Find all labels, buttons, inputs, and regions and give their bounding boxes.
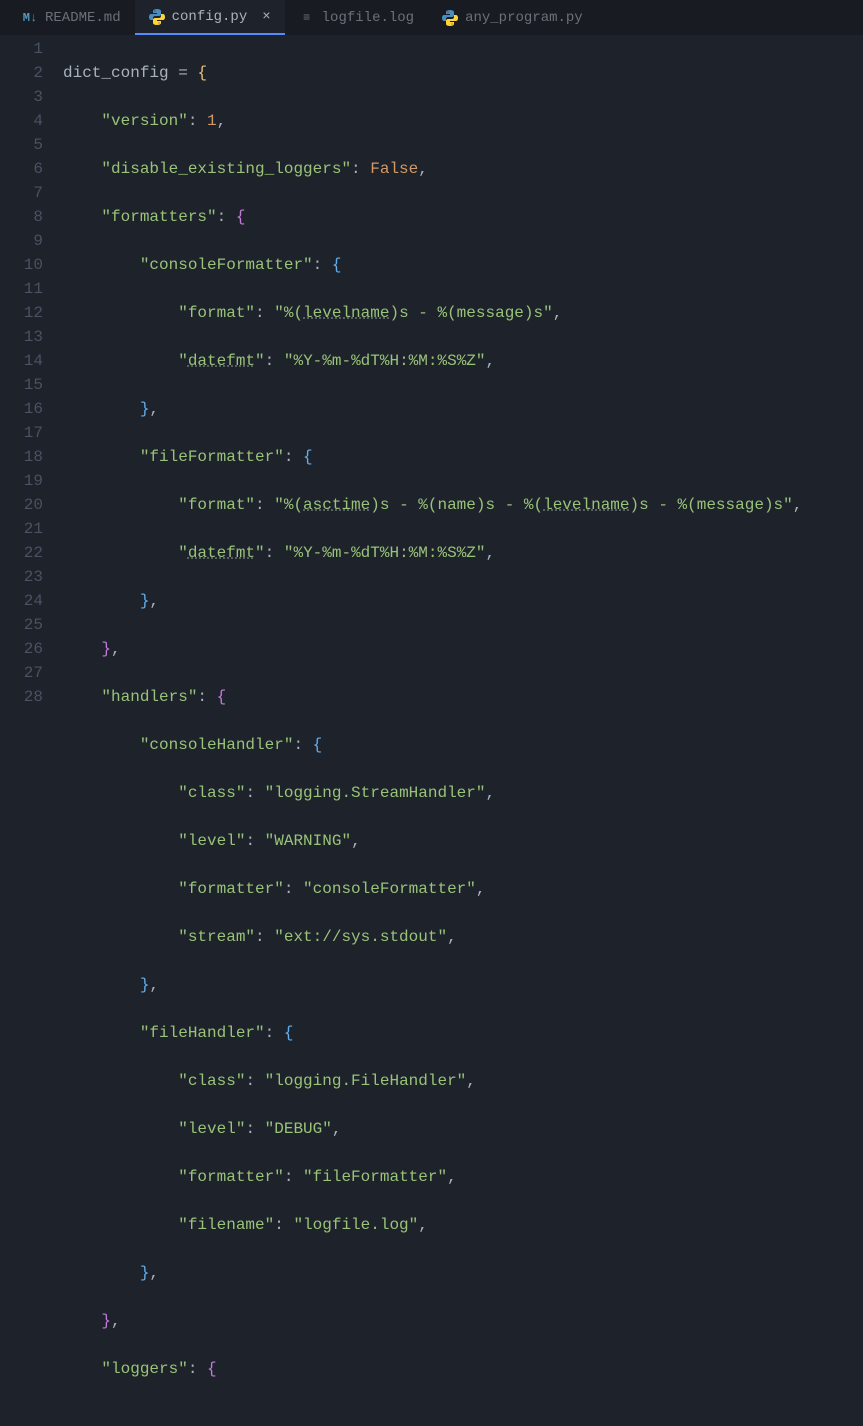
code-line: }, xyxy=(63,1309,863,1333)
line-number: 11 xyxy=(0,277,55,301)
line-number: 17 xyxy=(0,421,55,445)
code-line: "format": "%(asctime)s - %(name)s - %(le… xyxy=(63,493,863,517)
tab-config[interactable]: config.py × xyxy=(135,0,285,35)
line-number: 9 xyxy=(0,229,55,253)
line-number: 3 xyxy=(0,85,55,109)
markdown-icon: M↓ xyxy=(22,10,38,26)
code-line: "datefmt": "%Y-%m-%dT%H:%M:%S%Z", xyxy=(63,541,863,565)
code-line: }, xyxy=(63,589,863,613)
line-number: 5 xyxy=(0,133,55,157)
line-number: 7 xyxy=(0,181,55,205)
line-number: 1 xyxy=(0,37,55,61)
code-line: "class": "logging.StreamHandler", xyxy=(63,781,863,805)
code-line: }, xyxy=(63,1261,863,1285)
line-number: 20 xyxy=(0,493,55,517)
line-number: 4 xyxy=(0,109,55,133)
line-number: 28 xyxy=(0,685,55,709)
tab-label: config.py xyxy=(172,9,248,25)
line-number: 6 xyxy=(0,157,55,181)
code-line: "filename": "logfile.log", xyxy=(63,1213,863,1237)
code-line: dict_config = { xyxy=(63,61,863,85)
tab-logfile[interactable]: ≡ logfile.log xyxy=(285,0,428,35)
code-line: "formatter": "fileFormatter", xyxy=(63,1165,863,1189)
code-line: }, xyxy=(63,973,863,997)
line-number: 8 xyxy=(0,205,55,229)
code-line: "level": "WARNING", xyxy=(63,829,863,853)
line-number: 19 xyxy=(0,469,55,493)
log-icon: ≡ xyxy=(299,10,315,26)
code-line: "format": "%(levelname)s - %(message)s", xyxy=(63,301,863,325)
code-line: "consoleHandler": { xyxy=(63,733,863,757)
code-line: }, xyxy=(63,637,863,661)
editor: 1 2 3 4 5 6 7 8 9 10 11 12 13 14 15 16 1… xyxy=(0,35,863,713)
line-number: 2 xyxy=(0,61,55,85)
line-number: 23 xyxy=(0,565,55,589)
python-icon xyxy=(149,9,165,25)
code-line: "disable_existing_loggers": False, xyxy=(63,157,863,181)
line-number: 22 xyxy=(0,541,55,565)
line-number: 16 xyxy=(0,397,55,421)
code-line: "loggers": { xyxy=(63,1357,863,1381)
code-line: "fileFormatter": { xyxy=(63,445,863,469)
code-line: "version": 1, xyxy=(63,109,863,133)
code-line: "formatters": { xyxy=(63,205,863,229)
line-number: 26 xyxy=(0,637,55,661)
code-line: "consoleFormatter": { xyxy=(63,253,863,277)
line-number: 27 xyxy=(0,661,55,685)
line-number: 21 xyxy=(0,517,55,541)
line-number: 18 xyxy=(0,445,55,469)
code-line: "datefmt": "%Y-%m-%dT%H:%M:%S%Z", xyxy=(63,349,863,373)
line-gutter: 1 2 3 4 5 6 7 8 9 10 11 12 13 14 15 16 1… xyxy=(0,35,55,713)
line-number: 13 xyxy=(0,325,55,349)
code-line: "formatter": "consoleFormatter", xyxy=(63,877,863,901)
tab-bar: M↓ README.md config.py × ≡ logfile.log a… xyxy=(0,0,863,35)
code-line: "stream": "ext://sys.stdout", xyxy=(63,925,863,949)
line-number: 15 xyxy=(0,373,55,397)
line-number: 25 xyxy=(0,613,55,637)
line-number: 12 xyxy=(0,301,55,325)
tab-anyprogram[interactable]: any_program.py xyxy=(428,0,597,35)
tab-label: README.md xyxy=(45,10,121,26)
code-line: }, xyxy=(63,397,863,421)
close-icon[interactable]: × xyxy=(262,9,270,25)
code-line: "class": "logging.FileHandler", xyxy=(63,1069,863,1093)
line-number: 10 xyxy=(0,253,55,277)
line-number: 24 xyxy=(0,589,55,613)
tab-readme[interactable]: M↓ README.md xyxy=(8,0,135,35)
tab-label: logfile.log xyxy=(322,10,414,26)
code-line: "level": "DEBUG", xyxy=(63,1117,863,1141)
line-number: 14 xyxy=(0,349,55,373)
tab-label: any_program.py xyxy=(465,10,583,26)
code-area[interactable]: dict_config = { "version": 1, "disable_e… xyxy=(55,35,863,713)
code-line: "fileHandler": { xyxy=(63,1021,863,1045)
python-icon xyxy=(442,10,458,26)
code-line: "handlers": { xyxy=(63,685,863,709)
